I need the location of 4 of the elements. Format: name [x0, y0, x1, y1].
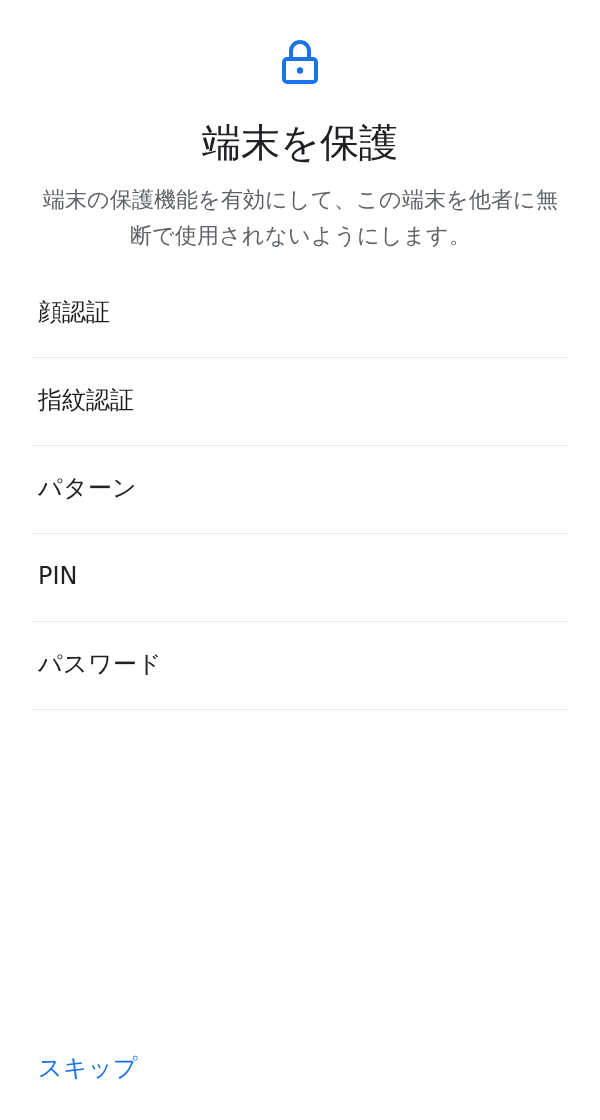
description-text: 端末の保護機能を有効にして、この端末を他者に無断で使用されないようにします。 — [41, 186, 559, 250]
lock-icon — [282, 40, 318, 84]
skip-link[interactable]: スキップ — [38, 1054, 138, 1082]
page-title: 端末を保護 — [202, 119, 398, 167]
